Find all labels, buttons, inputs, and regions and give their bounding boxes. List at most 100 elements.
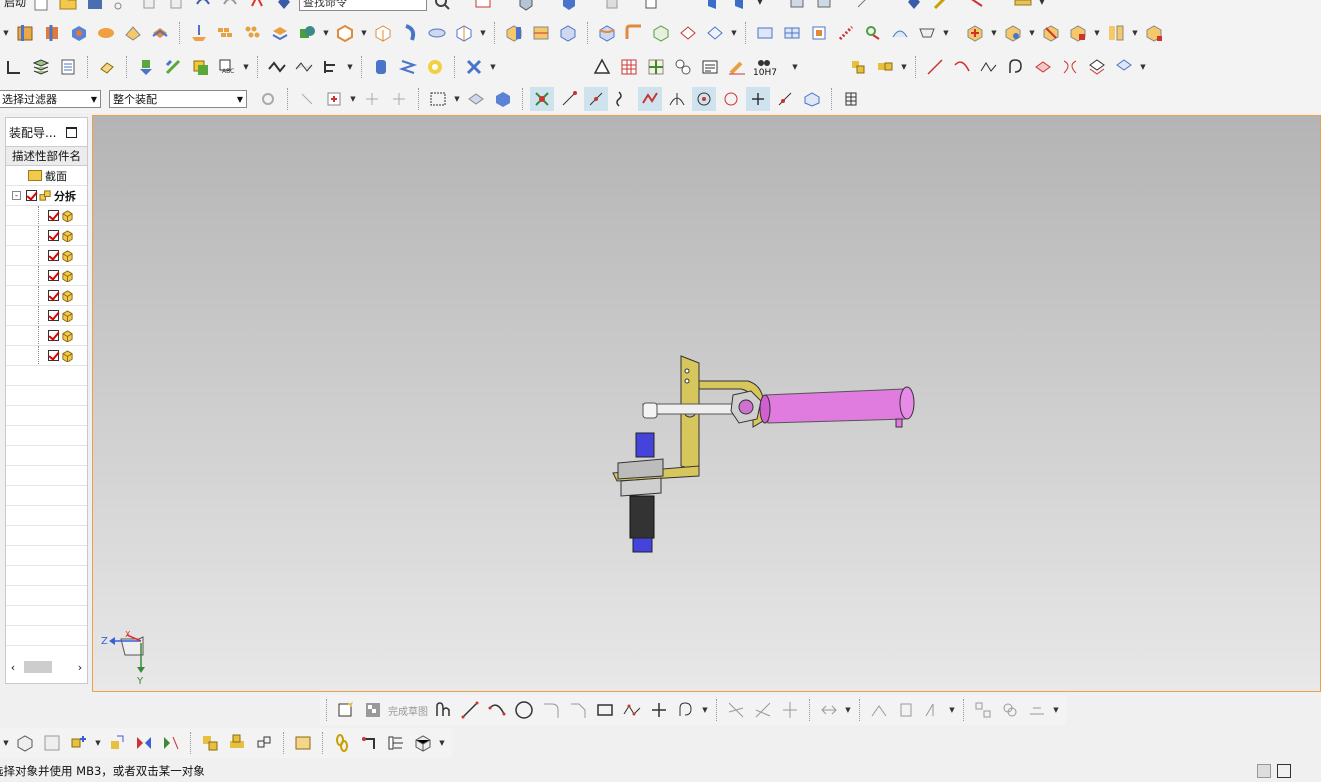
select-all-icon[interactable] <box>491 87 515 111</box>
clearance-dropdown[interactable]: ▼ <box>489 55 497 79</box>
start-menu[interactable]: 启动 <box>4 0 26 10</box>
command-finder-input[interactable]: 查找命令 <box>299 0 427 11</box>
wcs-icon[interactable] <box>851 0 875 14</box>
midpoint-icon[interactable] <box>584 87 608 111</box>
curve-dropdown[interactable]: ▼ <box>1139 55 1147 79</box>
snap-icon[interactable] <box>902 0 926 14</box>
edge-blend-icon[interactable] <box>595 21 619 45</box>
pad-icon[interactable] <box>13 21 37 45</box>
profile-icon[interactable] <box>431 698 455 722</box>
layer2-icon[interactable] <box>812 0 836 14</box>
x-form-icon[interactable] <box>888 21 912 45</box>
sketch-point-icon[interactable] <box>647 698 671 722</box>
filter-settings-icon[interactable] <box>256 87 280 111</box>
draft-icon[interactable] <box>676 21 700 45</box>
pattern-feature-icon[interactable] <box>214 21 238 45</box>
assembly-overflow[interactable]: ▼ <box>2 731 10 755</box>
balloon-icon[interactable] <box>671 55 695 79</box>
curve-on-surface-icon[interactable] <box>1112 55 1136 79</box>
touch-mode-icon[interactable] <box>272 0 296 14</box>
tree-row-component[interactable] <box>6 286 87 306</box>
visibility-checkbox[interactable] <box>48 310 59 321</box>
clearance-icon[interactable] <box>462 55 486 79</box>
offset-curve-icon[interactable] <box>1004 55 1028 79</box>
wire-harness-icon[interactable] <box>384 731 408 755</box>
face-blend-icon[interactable] <box>622 21 646 45</box>
drawing-sheet-icon[interactable] <box>291 731 315 755</box>
visibility-checkbox[interactable] <box>48 230 59 241</box>
measure-icon[interactable] <box>929 0 953 14</box>
alternate-solution-icon[interactable] <box>998 698 1022 722</box>
replace-face-icon[interactable] <box>1039 21 1063 45</box>
deformable-part-icon[interactable] <box>411 731 435 755</box>
extrude-icon[interactable] <box>514 0 538 14</box>
ruler-dropdown[interactable]: ▼ <box>1038 0 1046 14</box>
selection-icon[interactable] <box>1257 764 1271 778</box>
open-folder-icon[interactable] <box>56 0 80 14</box>
dimension-dropdown[interactable]: ▼ <box>948 698 956 722</box>
fullscreen-icon[interactable] <box>1277 764 1291 778</box>
select-in-box-icon[interactable] <box>322 87 346 111</box>
finish-sketch-label[interactable]: 完成草图 <box>388 703 428 718</box>
horizontal-scrollbar[interactable]: ‹ › <box>6 659 87 675</box>
visibility-checkbox[interactable] <box>48 250 59 261</box>
surface-icon[interactable] <box>753 21 777 45</box>
select-body-icon[interactable] <box>387 87 411 111</box>
component-dropdown[interactable]: ▼ <box>900 55 908 79</box>
studio-surface-icon[interactable] <box>807 21 831 45</box>
studio-spline-icon[interactable] <box>977 55 1001 79</box>
component-pattern-icon[interactable] <box>159 731 183 755</box>
assembly-navigator-icon[interactable] <box>13 731 37 755</box>
mirror-assembly-icon[interactable] <box>132 731 156 755</box>
analysis-icon[interactable] <box>964 0 988 14</box>
replace-component-icon[interactable] <box>873 55 897 79</box>
wave-geometry-icon[interactable] <box>292 55 316 79</box>
shell-dropdown[interactable]: ▼ <box>360 21 368 45</box>
sketch-icon[interactable] <box>471 0 495 14</box>
save-icon[interactable] <box>83 0 107 14</box>
tree-row-component[interactable] <box>6 266 87 286</box>
intersection-point-icon[interactable] <box>638 87 662 111</box>
tree-row-component[interactable] <box>6 346 87 366</box>
tube-icon[interactable] <box>425 21 449 45</box>
emboss-icon[interactable] <box>148 21 172 45</box>
tolerance-dropdown[interactable]: ▼ <box>791 55 799 79</box>
unite-icon[interactable] <box>295 21 319 45</box>
revolve-icon[interactable] <box>40 21 64 45</box>
point-on-face-icon[interactable] <box>800 87 824 111</box>
paste-icon[interactable] <box>164 0 188 14</box>
sew-icon[interactable] <box>834 21 858 45</box>
tree-row-section[interactable]: 截面 <box>6 166 87 186</box>
tolerance-icon[interactable]: 10H7 <box>752 55 788 79</box>
tree-row-component[interactable] <box>6 246 87 266</box>
copy-icon[interactable] <box>137 0 161 14</box>
dimension-icon[interactable] <box>921 698 945 722</box>
sketch-chamfer-icon[interactable] <box>566 698 590 722</box>
sheet-list-icon[interactable] <box>56 55 80 79</box>
route-pipe-icon[interactable] <box>357 731 381 755</box>
chamfer-icon[interactable] <box>649 21 673 45</box>
intersect-curve-icon[interactable] <box>1058 55 1082 79</box>
selection-scope-select[interactable]: 整个装配 ▼ <box>109 90 247 108</box>
offset-dropdown[interactable]: ▼ <box>479 21 487 45</box>
scroll-right-icon[interactable]: › <box>73 661 87 674</box>
row1-overflow[interactable]: ▼ <box>2 21 10 45</box>
move-component-icon[interactable] <box>161 55 185 79</box>
visibility-checkbox[interactable] <box>48 330 59 341</box>
tree-row-component[interactable] <box>6 226 87 246</box>
trim-body-icon[interactable] <box>502 21 526 45</box>
quick-trim-icon[interactable] <box>724 698 748 722</box>
grid-icon[interactable] <box>644 55 668 79</box>
split-body-icon[interactable] <box>529 21 553 45</box>
visibility-checkbox[interactable] <box>48 290 59 301</box>
visibility-checkbox[interactable] <box>48 350 59 361</box>
explode-view-icon[interactable]: ABC <box>215 55 239 79</box>
view-orient2-icon[interactable] <box>729 0 753 14</box>
assembly-constraint-icon[interactable] <box>188 55 212 79</box>
synchronous-icon[interactable] <box>963 21 987 45</box>
pattern-face-dropdown[interactable]: ▼ <box>1131 21 1139 45</box>
point-on-curve-icon[interactable] <box>773 87 797 111</box>
visibility-checkbox[interactable] <box>26 190 37 201</box>
boss-icon[interactable] <box>94 21 118 45</box>
chain-link-icon[interactable] <box>330 731 354 755</box>
